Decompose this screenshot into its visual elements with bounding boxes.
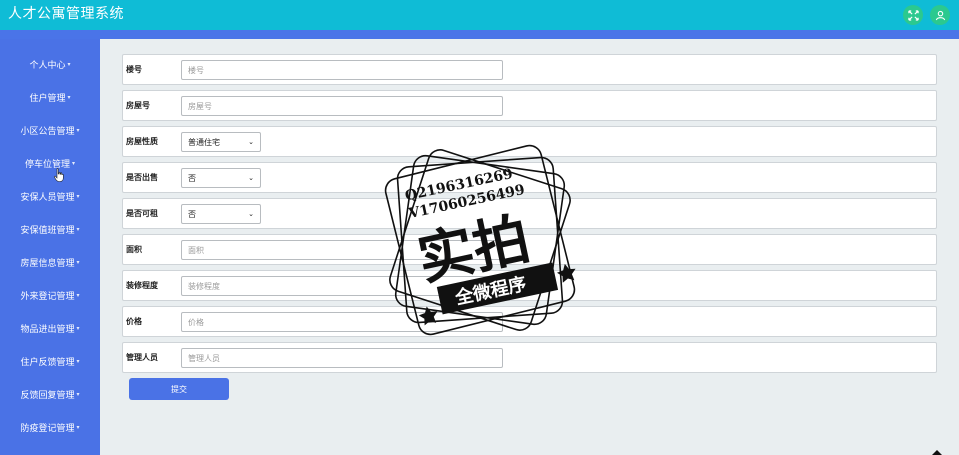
house-type-label: 房屋性质 bbox=[126, 137, 158, 146]
expand-icon bbox=[907, 9, 919, 21]
sidebar-item-residents[interactable]: 住户管理 ▾ bbox=[0, 87, 100, 107]
chevron-down-icon: ▾ bbox=[76, 258, 80, 266]
sidebar-item-label: 房屋信息管理 bbox=[20, 258, 75, 269]
house-type-value: 普通住宅 bbox=[188, 137, 220, 147]
area-label: 面积 bbox=[126, 245, 142, 254]
top-bar: 人才公寓管理系统 bbox=[0, 0, 959, 30]
header-stripe bbox=[0, 30, 959, 39]
area-input[interactable] bbox=[181, 240, 503, 260]
sidebar-item-label: 住户管理 bbox=[29, 93, 66, 104]
chevron-down-icon: ▾ bbox=[76, 357, 80, 365]
form-row-decoration: 装修程度 bbox=[122, 270, 937, 301]
chevron-down-icon: ▾ bbox=[67, 60, 71, 68]
room-input[interactable] bbox=[181, 96, 503, 116]
sidebar-item-label: 外来登记管理 bbox=[20, 291, 75, 302]
for-sale-value: 否 bbox=[188, 173, 196, 183]
sidebar-item-parking[interactable]: 停车位管理 ▾ bbox=[0, 153, 100, 173]
form-row-for-sale: 是否出售 否 ⌄ bbox=[122, 162, 937, 193]
sidebar-item-security-staff[interactable]: 安保人员管理 ▾ bbox=[0, 186, 100, 206]
user-button[interactable] bbox=[930, 5, 950, 25]
for-sale-label: 是否出售 bbox=[126, 173, 158, 182]
chevron-down-icon: ▾ bbox=[72, 159, 76, 167]
chevron-down-icon: ▾ bbox=[67, 93, 71, 101]
price-label: 价格 bbox=[126, 317, 142, 326]
sidebar-item-notices[interactable]: 小区公告管理 ▾ bbox=[0, 120, 100, 140]
chevron-down-icon: ▾ bbox=[76, 390, 80, 398]
decoration-label: 装修程度 bbox=[126, 281, 158, 290]
chevron-down-icon: ▾ bbox=[76, 291, 80, 299]
building-input[interactable] bbox=[181, 60, 503, 80]
room-label: 房屋号 bbox=[126, 101, 150, 110]
for-rent-select[interactable]: 否 ⌄ bbox=[181, 204, 261, 224]
sidebar-item-label: 小区公告管理 bbox=[20, 126, 75, 137]
form-row-room: 房屋号 bbox=[122, 90, 937, 121]
fullscreen-button[interactable] bbox=[903, 5, 923, 25]
sidebar-item-label: 物品进出管理 bbox=[20, 324, 75, 335]
sidebar-item-label: 反馈回复管理 bbox=[20, 390, 75, 401]
chevron-down-icon: ▾ bbox=[76, 423, 80, 431]
chevron-down-icon: ▾ bbox=[76, 192, 80, 200]
form-row-house-type: 房屋性质 普通住宅 ⌄ bbox=[122, 126, 937, 157]
sidebar-item-label: 住户反馈管理 bbox=[20, 357, 75, 368]
corner-caret-icon bbox=[932, 450, 942, 455]
decoration-input[interactable] bbox=[181, 276, 503, 296]
form-row-area: 面积 bbox=[122, 234, 937, 265]
for-sale-select[interactable]: 否 ⌄ bbox=[181, 168, 261, 188]
chevron-down-icon: ▾ bbox=[76, 126, 80, 134]
user-icon bbox=[935, 10, 945, 20]
sidebar-item-label: 安保值班管理 bbox=[20, 225, 75, 236]
sidebar-item-label: 个人中心 bbox=[29, 60, 66, 71]
submit-button[interactable]: 提交 bbox=[129, 378, 229, 400]
sidebar-item-visitor-registration[interactable]: 外来登记管理 ▾ bbox=[0, 285, 100, 305]
sidebar-item-security-duty[interactable]: 安保值班管理 ▾ bbox=[0, 219, 100, 239]
chevron-down-icon: ⌄ bbox=[248, 174, 254, 182]
for-rent-value: 否 bbox=[188, 209, 196, 219]
app-title: 人才公寓管理系统 bbox=[8, 6, 124, 22]
sidebar-item-epidemic-registration[interactable]: 防疫登记管理 ▾ bbox=[0, 417, 100, 437]
chevron-down-icon: ▾ bbox=[76, 324, 80, 332]
form-row-building: 楼号 bbox=[122, 54, 937, 85]
sidebar-item-resident-feedback[interactable]: 住户反馈管理 ▾ bbox=[0, 351, 100, 371]
sidebar-item-feedback-reply[interactable]: 反馈回复管理 ▾ bbox=[0, 384, 100, 404]
form-row-manager: 管理人员 bbox=[122, 342, 937, 373]
for-rent-label: 是否可租 bbox=[126, 209, 158, 218]
sidebar-item-label: 防疫登记管理 bbox=[20, 423, 75, 434]
chevron-down-icon: ⌄ bbox=[248, 138, 254, 146]
house-type-select[interactable]: 普通住宅 ⌄ bbox=[181, 132, 261, 152]
sidebar-item-goods-in-out[interactable]: 物品进出管理 ▾ bbox=[0, 318, 100, 338]
price-input[interactable] bbox=[181, 312, 503, 332]
manager-label: 管理人员 bbox=[126, 353, 158, 362]
manager-input[interactable] bbox=[181, 348, 503, 368]
sidebar-item-label: 安保人员管理 bbox=[20, 192, 75, 203]
hand-cursor-icon bbox=[54, 168, 64, 182]
sidebar-item-housing-info[interactable]: 房屋信息管理 ▾ bbox=[0, 252, 100, 272]
building-label: 楼号 bbox=[126, 65, 142, 74]
sidebar-item-personal-center[interactable]: 个人中心 ▾ bbox=[0, 54, 100, 74]
form-row-for-rent: 是否可租 否 ⌄ bbox=[122, 198, 937, 229]
chevron-down-icon: ▾ bbox=[76, 225, 80, 233]
form-row-price: 价格 bbox=[122, 306, 937, 337]
chevron-down-icon: ⌄ bbox=[248, 210, 254, 218]
